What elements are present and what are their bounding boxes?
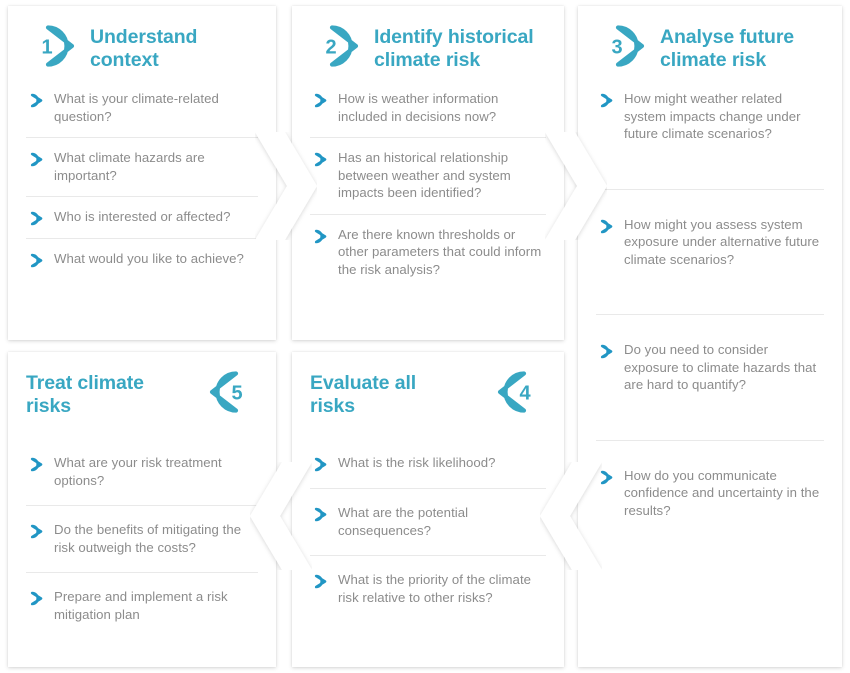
question-text: What is your climate-related question? xyxy=(54,91,219,124)
question-list: What is the risk likelihood? What are th… xyxy=(310,452,546,618)
panel-title: Analyse future climate risk xyxy=(660,26,795,71)
step-number-badge-left-icon: 5 xyxy=(206,370,258,414)
step-number-badge-right-icon: 1 xyxy=(26,24,78,68)
panel-step-5[interactable]: 5 Treat climate risks What are your risk… xyxy=(8,352,276,667)
list-item[interactable]: What is the risk likelihood? xyxy=(310,452,546,488)
panel-step-1[interactable]: 1 Understand context What is your climat… xyxy=(8,6,276,340)
panel-step-4[interactable]: 4 Evaluate all risks What is the risk li… xyxy=(292,352,564,667)
bullet-point-icon xyxy=(26,524,43,539)
step-number-badge-right-icon: 2 xyxy=(310,24,362,68)
bullet-point-icon xyxy=(310,507,327,522)
list-item[interactable]: How might you assess system exposure und… xyxy=(596,188,824,315)
bullet-point-icon xyxy=(310,574,327,589)
bullet-point-icon xyxy=(596,93,613,108)
step-number: 5 xyxy=(231,383,242,405)
list-item[interactable]: What are your risk treatment options? xyxy=(26,452,258,505)
question-text: What climate hazards are important? xyxy=(54,150,205,183)
bullet-point-icon xyxy=(26,211,43,226)
panel-title: Identify historical climate risk xyxy=(374,26,534,71)
panel-header: 2 Identify historical climate risk xyxy=(310,22,546,72)
list-item[interactable]: What is the priority of the climate risk… xyxy=(310,555,546,618)
question-text: How is weather information included in d… xyxy=(338,91,499,124)
question-text: Who is interested or affected? xyxy=(54,209,231,225)
question-text: Prepare and implement a risk mitigation … xyxy=(54,589,228,622)
list-item[interactable]: How might weather related system impacts… xyxy=(596,88,824,189)
question-text: What is the priority of the climate risk… xyxy=(338,572,532,605)
question-text: How do you communicate confidence and un… xyxy=(624,467,820,519)
question-text: How might you assess system exposure und… xyxy=(624,216,820,267)
list-item[interactable]: What is your climate-related question? xyxy=(26,88,258,137)
list-item[interactable]: What climate hazards are important? xyxy=(26,137,258,196)
list-item[interactable]: Do the benefits of mitigating the risk o… xyxy=(26,505,258,572)
panel-title: Understand context xyxy=(90,26,198,71)
question-text: What are the potential consequences? xyxy=(338,505,469,538)
bullet-point-icon xyxy=(310,93,327,108)
question-list: How might weather related system impacts… xyxy=(596,88,824,532)
bullet-point-icon xyxy=(596,344,613,359)
question-text: Has an historical relationship between w… xyxy=(338,150,511,201)
list-item[interactable]: Prepare and implement a risk mitigation … xyxy=(26,572,258,635)
list-item[interactable]: What are the potential consequences? xyxy=(310,488,546,555)
question-list: What are your risk treatment options? Do… xyxy=(26,452,258,635)
panel-header: 1 Understand context xyxy=(26,22,258,72)
panel-step-3[interactable]: 3 Analyse future climate risk How might … xyxy=(578,6,842,667)
question-text: What are your risk treatment options? xyxy=(54,455,222,488)
bullet-point-icon xyxy=(310,152,327,167)
bullet-point-icon xyxy=(596,219,613,234)
step-number: 3 xyxy=(611,37,622,59)
bullet-point-icon xyxy=(310,229,327,244)
question-list: What is your climate-related question? W… xyxy=(26,88,258,280)
question-text: What is the risk likelihood? xyxy=(338,455,496,470)
question-list: How is weather information included in d… xyxy=(310,88,546,290)
list-item[interactable]: How do you communicate confidence and un… xyxy=(596,439,824,532)
question-text: Do you need to consider exposure to clim… xyxy=(624,342,817,393)
step-number: 2 xyxy=(325,37,336,59)
question-text: Are there known thresholds or other para… xyxy=(338,226,542,277)
bullet-point-icon xyxy=(310,457,327,472)
question-text: Do the benefits of mitigating the risk o… xyxy=(54,522,242,555)
question-text: How might weather related system impacts… xyxy=(624,91,801,142)
list-item[interactable]: Do you need to consider exposure to clim… xyxy=(596,314,824,440)
question-text: What would you like to achieve? xyxy=(54,251,244,267)
panel-title: Evaluate all risks xyxy=(310,372,417,417)
list-item[interactable]: What would you like to achieve? xyxy=(26,238,258,280)
bullet-point-icon xyxy=(596,470,613,485)
step-number-badge-right-icon: 3 xyxy=(596,24,648,68)
bullet-point-icon xyxy=(26,457,43,472)
panel-title: Treat climate risks xyxy=(26,372,144,417)
bullet-point-icon xyxy=(26,152,43,167)
panel-step-2[interactable]: 2 Identify historical climate risk How i… xyxy=(292,6,564,340)
panel-header: 3 Analyse future climate risk xyxy=(596,22,824,72)
step-number: 4 xyxy=(519,383,531,405)
step-number-badge-left-icon: 4 xyxy=(494,370,546,414)
bullet-point-icon xyxy=(26,93,43,108)
bullet-point-icon xyxy=(26,253,43,268)
list-item[interactable]: Are there known thresholds or other para… xyxy=(310,213,546,291)
bullet-point-icon xyxy=(26,591,43,606)
list-item[interactable]: Has an historical relationship between w… xyxy=(310,137,546,214)
list-item[interactable]: How is weather information included in d… xyxy=(310,88,546,137)
panel-header: 5 Treat climate risks xyxy=(26,368,258,418)
list-item[interactable]: Who is interested or affected? xyxy=(26,196,258,238)
step-number: 1 xyxy=(41,37,52,59)
panel-header: 4 Evaluate all risks xyxy=(310,368,546,418)
diagram-canvas: 1 Understand context What is your climat… xyxy=(0,0,850,673)
